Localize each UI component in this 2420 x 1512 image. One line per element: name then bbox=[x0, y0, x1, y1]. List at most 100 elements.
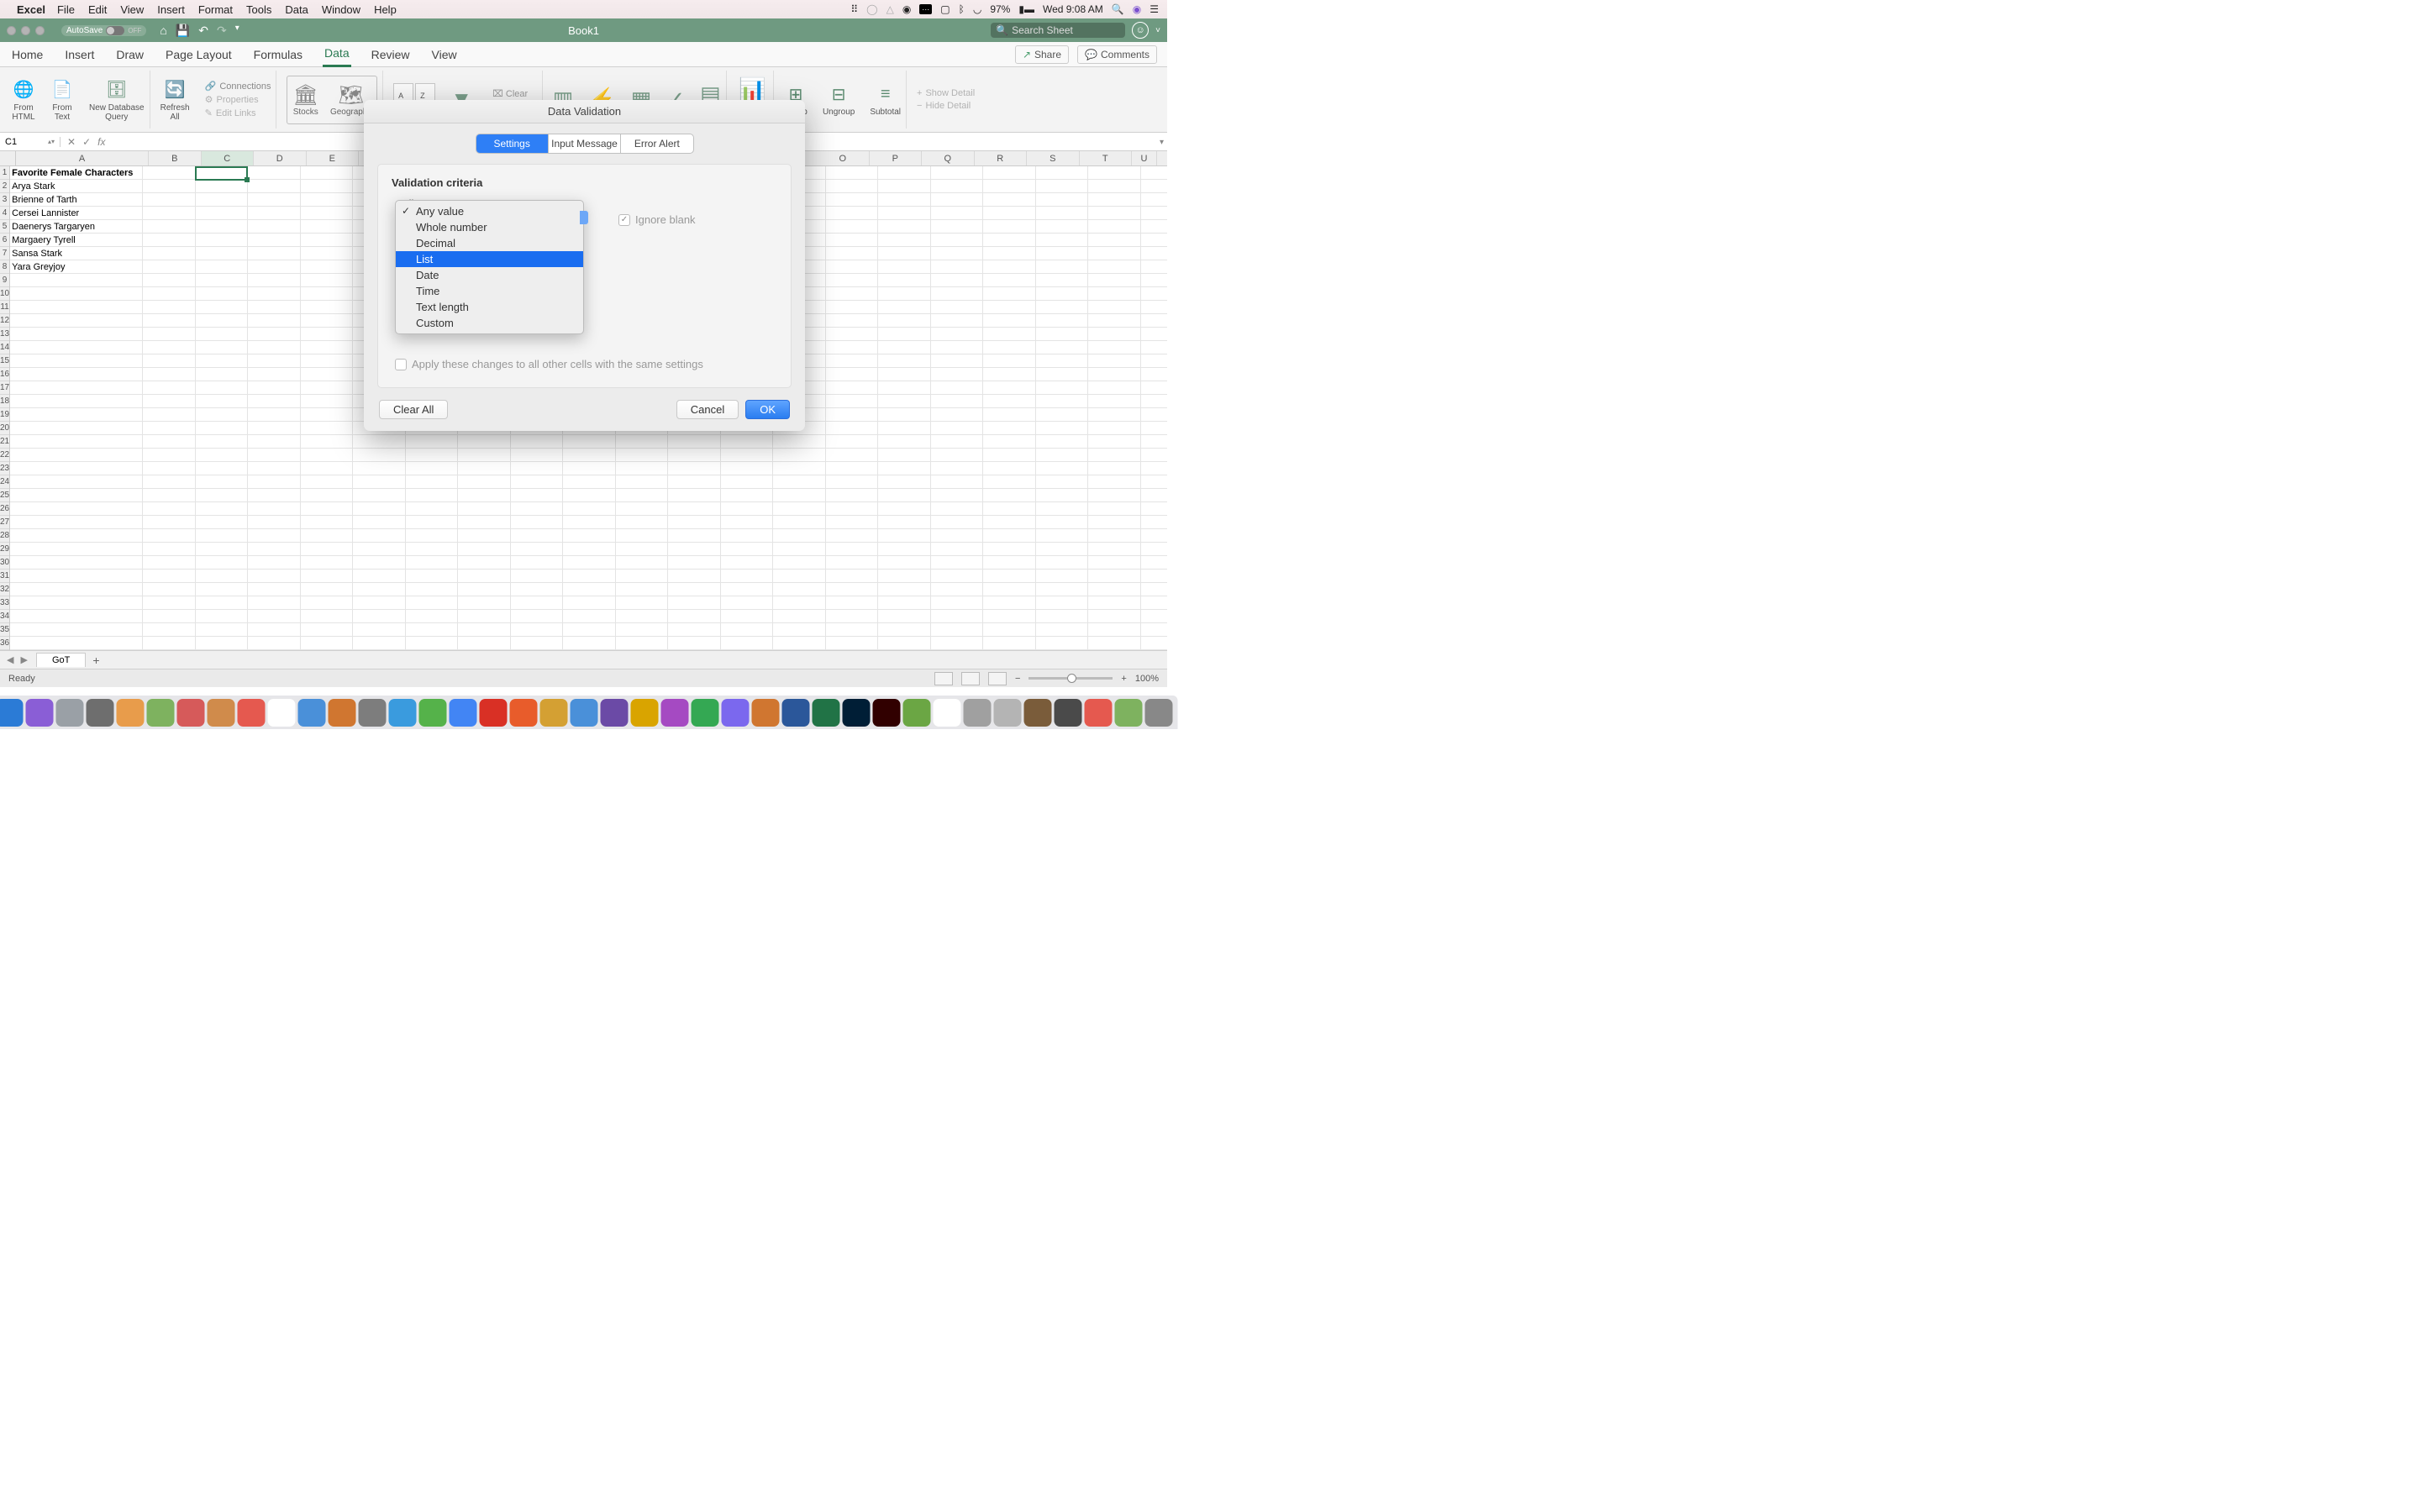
cell[interactable] bbox=[983, 247, 1036, 260]
cell[interactable] bbox=[511, 610, 564, 623]
cell[interactable] bbox=[1141, 328, 1167, 341]
dock-app-icon[interactable] bbox=[600, 699, 628, 727]
cell[interactable] bbox=[983, 328, 1036, 341]
dock-app-icon[interactable] bbox=[0, 699, 23, 727]
cell[interactable] bbox=[1036, 408, 1089, 422]
cell[interactable] bbox=[301, 516, 354, 529]
cell[interactable] bbox=[1036, 368, 1089, 381]
cell[interactable] bbox=[10, 516, 143, 529]
menu-insert[interactable]: Insert bbox=[157, 3, 185, 16]
cell[interactable] bbox=[878, 529, 931, 543]
cell[interactable] bbox=[1141, 516, 1167, 529]
dropdown-item-decimal[interactable]: Decimal bbox=[396, 235, 583, 251]
cell[interactable] bbox=[931, 314, 984, 328]
cell[interactable] bbox=[511, 637, 564, 650]
cell[interactable] bbox=[931, 287, 984, 301]
cell[interactable] bbox=[1036, 328, 1089, 341]
cell[interactable] bbox=[143, 220, 196, 234]
cell[interactable] bbox=[1141, 193, 1167, 207]
dock-app-icon[interactable] bbox=[267, 699, 295, 727]
cell[interactable] bbox=[983, 395, 1036, 408]
cell[interactable]: Brienne of Tarth bbox=[10, 193, 143, 207]
cell[interactable] bbox=[1036, 395, 1089, 408]
cell[interactable] bbox=[826, 247, 879, 260]
cell[interactable] bbox=[773, 610, 826, 623]
name-box[interactable]: C1▴▾ bbox=[0, 137, 60, 147]
row-header[interactable]: 7 bbox=[0, 247, 9, 260]
cell[interactable] bbox=[301, 301, 354, 314]
cell[interactable] bbox=[196, 274, 249, 287]
col-header-c[interactable]: C bbox=[202, 151, 255, 165]
cell[interactable] bbox=[1088, 596, 1141, 610]
zoom-out-button[interactable]: − bbox=[1015, 674, 1020, 684]
from-text-button[interactable]: 📄From Text bbox=[45, 71, 79, 129]
cell[interactable] bbox=[143, 180, 196, 193]
dropdown-item-any-value[interactable]: Any value bbox=[396, 203, 583, 219]
cell[interactable] bbox=[668, 475, 721, 489]
subtotal-button[interactable]: ≡Subtotal bbox=[865, 71, 907, 129]
cell[interactable] bbox=[1141, 314, 1167, 328]
cell[interactable] bbox=[1088, 314, 1141, 328]
cell[interactable] bbox=[721, 637, 774, 650]
cell[interactable] bbox=[983, 637, 1036, 650]
cell[interactable] bbox=[248, 166, 301, 180]
cell[interactable] bbox=[931, 260, 984, 274]
dropdown-item-list[interactable]: List bbox=[396, 251, 583, 267]
cell[interactable] bbox=[563, 435, 616, 449]
cell[interactable] bbox=[458, 502, 511, 516]
cell[interactable] bbox=[301, 435, 354, 449]
cell[interactable] bbox=[248, 408, 301, 422]
cell[interactable] bbox=[983, 422, 1036, 435]
cell[interactable] bbox=[143, 408, 196, 422]
cell[interactable] bbox=[878, 422, 931, 435]
cell[interactable] bbox=[773, 583, 826, 596]
cell[interactable] bbox=[301, 475, 354, 489]
dock-app-icon[interactable] bbox=[479, 699, 507, 727]
cell[interactable] bbox=[511, 623, 564, 637]
dock-app-icon[interactable] bbox=[751, 699, 779, 727]
cell[interactable] bbox=[248, 610, 301, 623]
cell[interactable] bbox=[826, 166, 879, 180]
cell[interactable] bbox=[1141, 207, 1167, 220]
cell[interactable] bbox=[983, 234, 1036, 247]
cell[interactable] bbox=[983, 462, 1036, 475]
cell[interactable] bbox=[826, 610, 879, 623]
cell[interactable] bbox=[826, 368, 879, 381]
cell[interactable] bbox=[1088, 287, 1141, 301]
cell[interactable] bbox=[248, 502, 301, 516]
cell[interactable] bbox=[563, 516, 616, 529]
cell[interactable] bbox=[1141, 596, 1167, 610]
cell[interactable] bbox=[1088, 220, 1141, 234]
cell[interactable] bbox=[1088, 449, 1141, 462]
cell[interactable] bbox=[1141, 623, 1167, 637]
cell[interactable] bbox=[1088, 234, 1141, 247]
cell[interactable] bbox=[826, 422, 879, 435]
row-header[interactable]: 12 bbox=[0, 314, 9, 328]
cell[interactable] bbox=[143, 462, 196, 475]
cell[interactable] bbox=[931, 583, 984, 596]
cell[interactable] bbox=[301, 583, 354, 596]
cell[interactable] bbox=[878, 516, 931, 529]
cell[interactable] bbox=[563, 596, 616, 610]
cell[interactable] bbox=[1088, 260, 1141, 274]
cell[interactable] bbox=[196, 489, 249, 502]
row-header[interactable]: 5 bbox=[0, 220, 9, 234]
cell[interactable] bbox=[931, 368, 984, 381]
cell[interactable] bbox=[301, 408, 354, 422]
cell[interactable] bbox=[1036, 381, 1089, 395]
menu-tools[interactable]: Tools bbox=[246, 3, 271, 16]
cell[interactable] bbox=[406, 475, 459, 489]
cell[interactable] bbox=[1088, 502, 1141, 516]
cell[interactable] bbox=[1141, 341, 1167, 354]
cell[interactable] bbox=[196, 637, 249, 650]
cell[interactable] bbox=[143, 247, 196, 260]
cell[interactable] bbox=[1141, 610, 1167, 623]
cell[interactable] bbox=[826, 449, 879, 462]
cell[interactable] bbox=[10, 314, 143, 328]
dock-app-icon[interactable] bbox=[691, 699, 718, 727]
cell[interactable] bbox=[1088, 610, 1141, 623]
cell[interactable] bbox=[196, 449, 249, 462]
cell[interactable] bbox=[1036, 502, 1089, 516]
dock-app-icon[interactable] bbox=[1023, 699, 1051, 727]
from-html-button[interactable]: 🌐From HTML bbox=[7, 71, 40, 129]
